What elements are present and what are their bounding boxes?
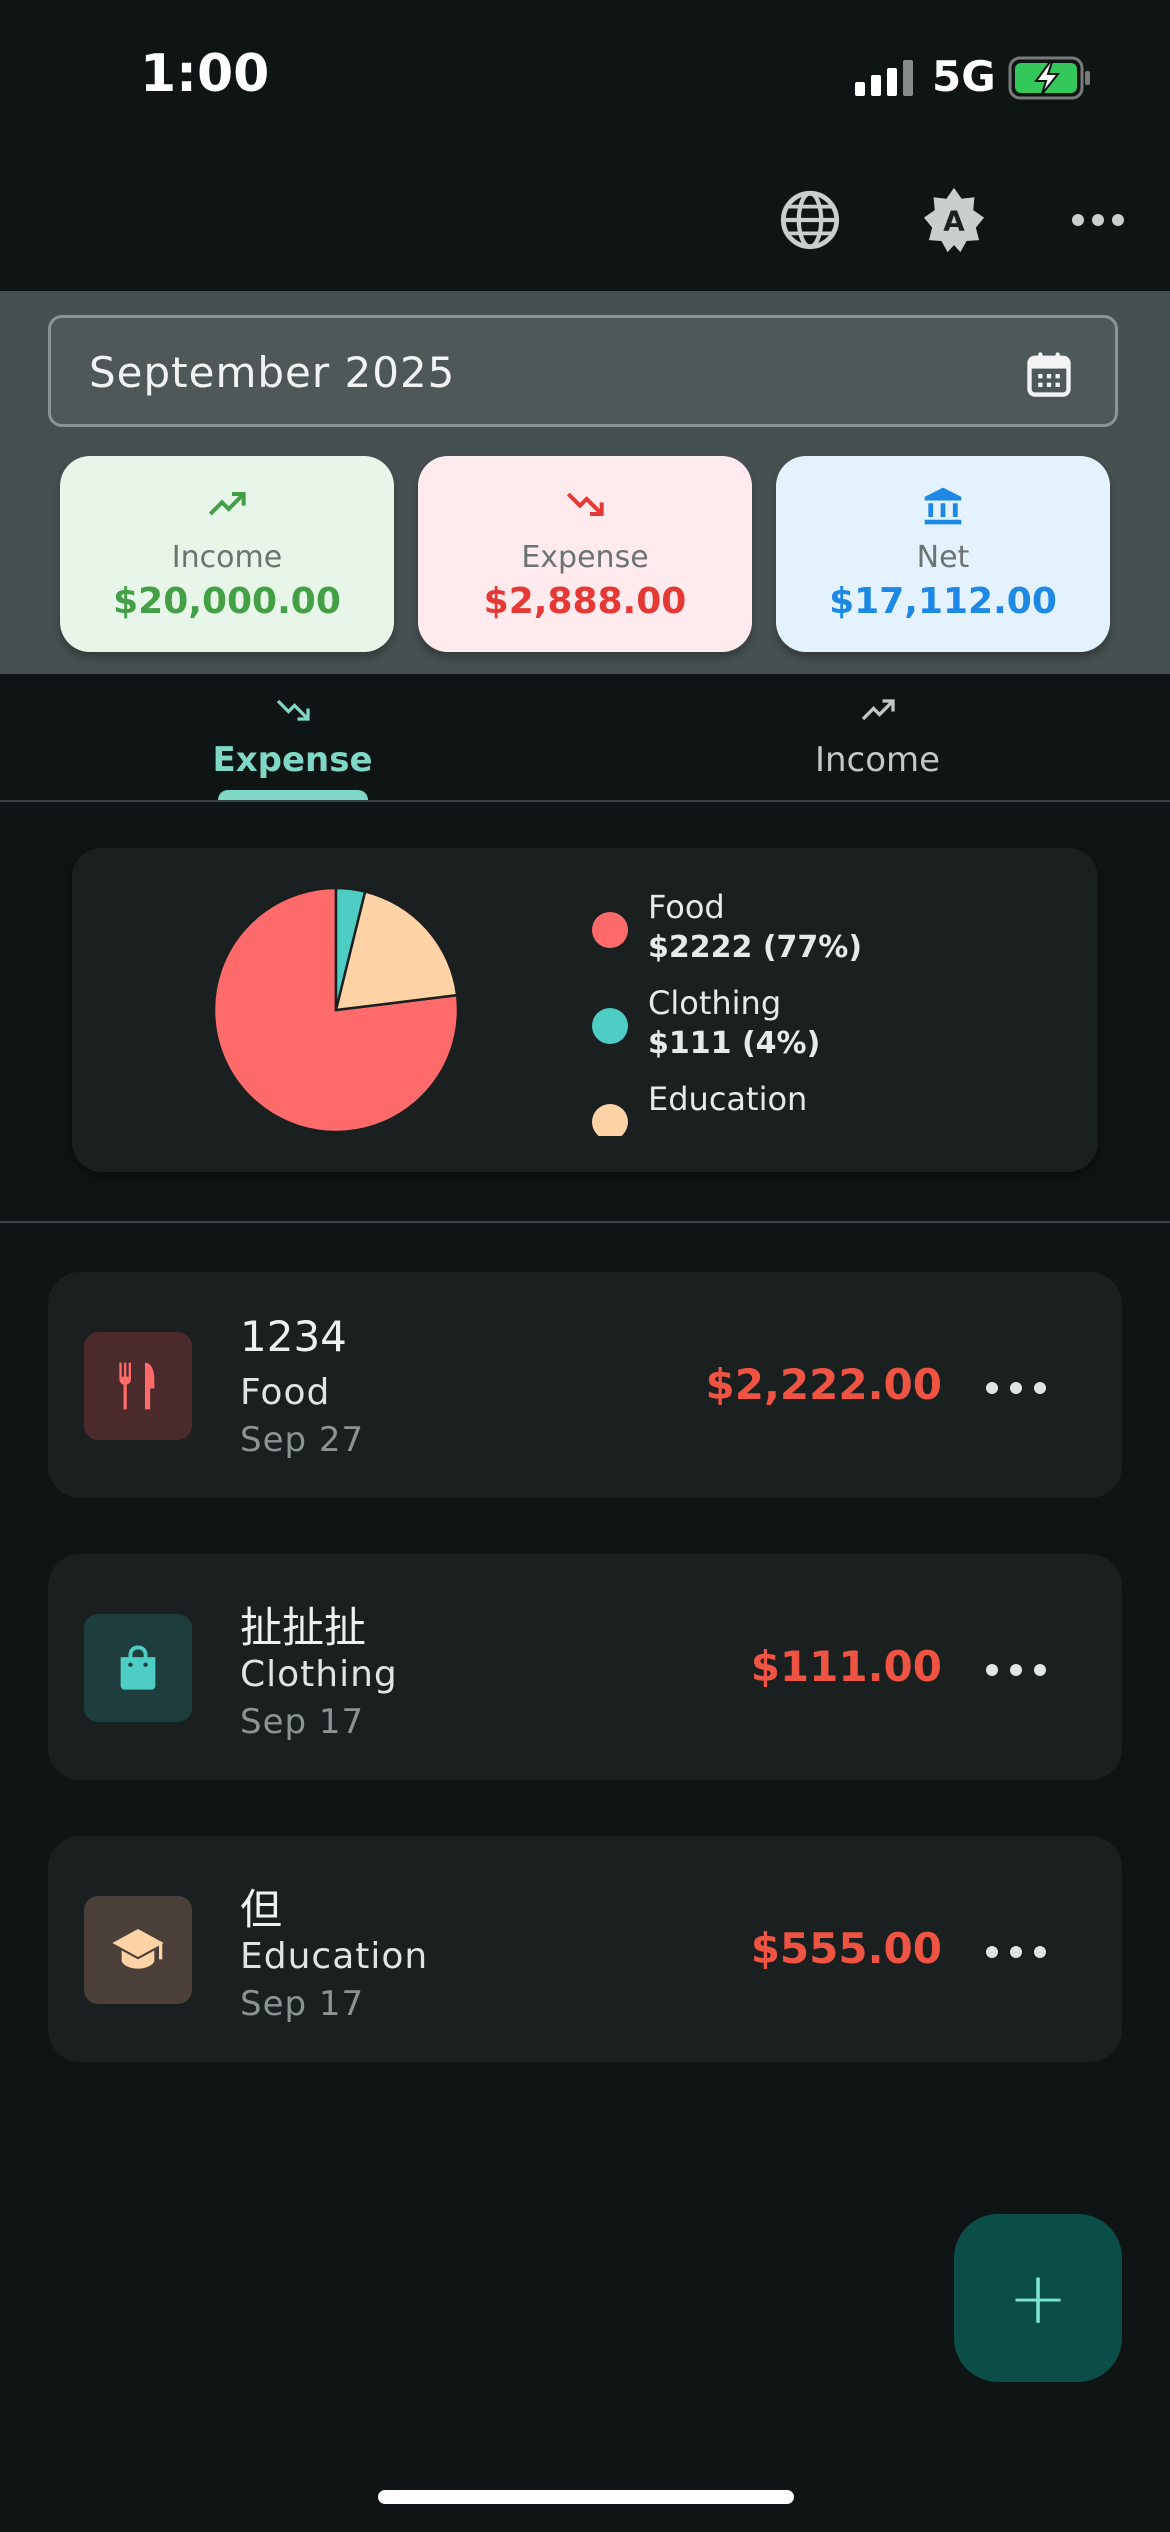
- legend-label: Education: [648, 1080, 808, 1118]
- legend-value: $111 (4%): [648, 1026, 821, 1061]
- transaction-item[interactable]: 1234 Food Sep 27 $2,222.00: [48, 1272, 1122, 1498]
- divider: [0, 1221, 1170, 1223]
- category-icon-box: [84, 1896, 192, 2004]
- trending-down-icon: [276, 699, 310, 721]
- battery-charging-icon: [1008, 56, 1090, 100]
- expense-pie-chart: [212, 886, 460, 1134]
- transaction-category: Food: [240, 1372, 331, 1413]
- net-label: Net: [916, 540, 970, 575]
- summary-panel: September 2025 Income $20,000.00 Expense…: [0, 291, 1170, 674]
- home-indicator: [378, 2490, 794, 2504]
- theme-button[interactable]: A: [914, 180, 994, 260]
- legend-swatch: [592, 1008, 628, 1044]
- legend-label: Food: [648, 888, 725, 926]
- expense-chart-card: Food $2222 (77%) Clothing $111 (4%) Educ…: [72, 848, 1098, 1172]
- add-transaction-button[interactable]: +: [954, 2214, 1122, 2382]
- legend-item-clothing: Clothing $111 (4%): [592, 984, 952, 1074]
- chart-legend: Food $2222 (77%) Clothing $111 (4%) Educ…: [592, 888, 952, 1136]
- trending-down-icon: [566, 492, 604, 516]
- month-picker[interactable]: September 2025: [48, 315, 1118, 427]
- legend-item-food: Food $2222 (77%): [592, 888, 952, 978]
- legend-value: $2222 (77%): [648, 930, 863, 965]
- network-type: 5G: [932, 52, 996, 101]
- more-options-icon[interactable]: [986, 1650, 1046, 1690]
- transaction-category: Clothing: [240, 1654, 398, 1695]
- status-bar: 1:00 5G: [0, 0, 1170, 140]
- transaction-date: Sep 17: [240, 1702, 365, 1742]
- app-bar: A: [0, 140, 1170, 290]
- category-icon-box: [84, 1332, 192, 1440]
- transaction-item[interactable]: 但 Education Sep 17 $555.00: [48, 1836, 1122, 2062]
- tab-expense[interactable]: Expense: [0, 674, 585, 800]
- transaction-title: 但: [240, 1885, 283, 1934]
- legend-swatch: [592, 1104, 628, 1136]
- tab-income[interactable]: Income: [585, 674, 1170, 800]
- tab-expense-label: Expense: [212, 740, 373, 780]
- legend-swatch: [592, 912, 628, 948]
- more-options-button[interactable]: [1058, 180, 1138, 260]
- globe-icon: [780, 190, 840, 250]
- more-horiz-icon: [1072, 214, 1124, 226]
- transaction-title: 扯扯扯: [240, 1603, 367, 1652]
- more-options-icon[interactable]: [986, 1932, 1046, 1972]
- tab-indicator: [218, 790, 368, 800]
- tab-income-label: Income: [814, 740, 941, 780]
- transaction-title: 1234: [240, 1312, 347, 1361]
- transaction-date: Sep 27: [240, 1420, 365, 1460]
- expense-summary-card: Expense $2,888.00: [418, 456, 752, 652]
- income-label: Income: [171, 540, 283, 575]
- category-icon-box: [84, 1614, 192, 1722]
- more-options-icon[interactable]: [986, 1368, 1046, 1408]
- income-value: $20,000.00: [113, 581, 341, 622]
- expense-label: Expense: [521, 540, 649, 575]
- school-icon: [112, 1929, 164, 1969]
- transaction-amount: $111.00: [750, 1642, 942, 1691]
- trending-up-icon: [208, 492, 246, 516]
- month-value: September 2025: [89, 348, 456, 397]
- brightness-auto-icon: A: [923, 187, 985, 253]
- restaurant-icon: [119, 1362, 155, 1410]
- transaction-category: Education: [240, 1936, 429, 1977]
- trending-up-icon: [861, 699, 895, 721]
- income-summary-card: Income $20,000.00: [60, 456, 394, 652]
- status-time: 1:00: [140, 44, 270, 104]
- bank-icon: [924, 487, 962, 525]
- type-tabs: Expense Income: [0, 674, 1170, 802]
- transaction-item[interactable]: 扯扯扯 Clothing Sep 17 $111.00: [48, 1554, 1122, 1780]
- expense-value: $2,888.00: [483, 581, 687, 622]
- net-value: $17,112.00: [829, 581, 1057, 622]
- legend-label: Clothing: [648, 984, 782, 1022]
- plus-icon: +: [1007, 2256, 1069, 2340]
- shopping-bag-icon: [120, 1645, 156, 1690]
- net-summary-card: Net $17,112.00: [776, 456, 1110, 652]
- transaction-date: Sep 17: [240, 1984, 365, 2024]
- svg-text:A: A: [943, 205, 965, 238]
- language-button[interactable]: [770, 180, 850, 260]
- calendar-icon[interactable]: [1023, 348, 1075, 400]
- transaction-amount: $555.00: [750, 1924, 942, 1973]
- signal-icon: [855, 60, 913, 96]
- legend-item-education: Education: [592, 1080, 952, 1136]
- transaction-amount: $2,222.00: [705, 1360, 942, 1409]
